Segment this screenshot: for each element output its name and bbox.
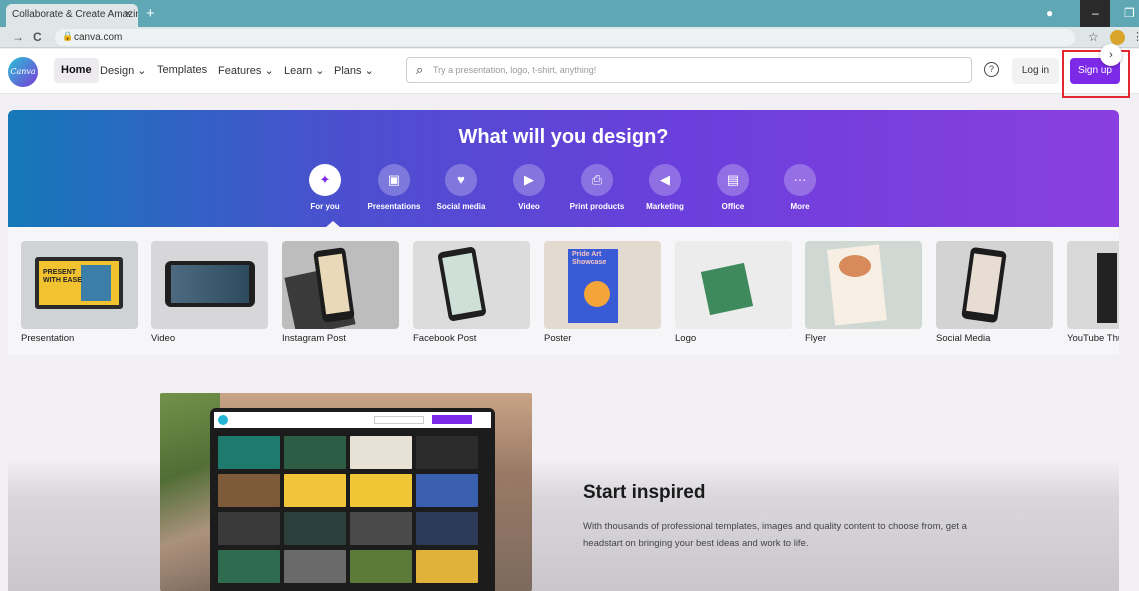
tab-close-icon[interactable]: ×: [125, 8, 131, 20]
printer-icon: ⎙: [581, 164, 613, 196]
design-card-label: Social Media: [936, 333, 991, 344]
design-card-video[interactable]: Video: [151, 241, 268, 344]
design-card-label: Flyer: [805, 333, 827, 344]
search-icon: ⌕: [416, 62, 424, 77]
login-button[interactable]: Log in: [1012, 58, 1059, 84]
category-more[interactable]: ··· More: [770, 164, 830, 211]
nav-design[interactable]: Design ⌄: [100, 64, 147, 77]
site-header: Canva Home Design ⌄ Templates Features ⌄…: [0, 49, 1139, 94]
design-card-label: Instagram Post: [282, 333, 346, 344]
design-card-instagram-post[interactable]: Instagram Post: [282, 241, 399, 344]
minimize-icon[interactable]: –: [1092, 6, 1099, 20]
design-card-social-media[interactable]: Social Media: [936, 241, 1053, 344]
nav-learn[interactable]: Learn ⌄: [284, 64, 324, 77]
more-icon: ···: [784, 164, 816, 196]
design-card-label: Logo: [675, 333, 697, 344]
video-thumbnail: [151, 241, 268, 329]
design-card-presentation[interactable]: PRESENT WITH EASE Presentation: [21, 241, 138, 344]
heart-icon: ♥: [445, 164, 477, 196]
nav-plans[interactable]: Plans ⌄: [334, 64, 374, 77]
start-inspired-title: Start inspired: [583, 482, 706, 503]
category-label: Presentations: [367, 202, 421, 211]
search-placeholder: Try a presentation, logo, t-shirt, anyth…: [433, 65, 597, 75]
tab-title: Collaborate & Create Amazing G: [12, 9, 138, 20]
category-print-products[interactable]: ⎙ Print products: [567, 164, 627, 211]
carousel-next-button[interactable]: ›: [1100, 44, 1122, 66]
category-video[interactable]: ▶ Video: [499, 164, 559, 211]
category-for-you[interactable]: ✦ For you: [295, 164, 355, 211]
facebook-post-thumbnail: [413, 241, 530, 329]
category-office[interactable]: ▤ Office: [703, 164, 763, 211]
hero-banner: What will you design? ✦ For you ▣ Presen…: [8, 110, 1119, 227]
laptop-image: [160, 393, 532, 591]
design-card-poster[interactable]: Pride Art Showcase Poster: [544, 241, 661, 344]
design-card-label: Poster: [544, 333, 572, 344]
design-card-facebook-post[interactable]: Facebook Post: [413, 241, 530, 344]
instagram-post-thumbnail: [282, 241, 399, 329]
bookmark-star-icon[interactable]: ☆: [1088, 30, 1099, 44]
category-presentations[interactable]: ▣ Presentations: [364, 164, 424, 211]
reload-icon[interactable]: C: [33, 30, 42, 44]
profile-avatar[interactable]: [1110, 30, 1125, 45]
lock-icon: 🔒: [62, 31, 74, 41]
youtube-thumbnail-image: [1067, 241, 1119, 329]
presentation-icon: ▣: [378, 164, 410, 196]
megaphone-icon: ◀: [649, 164, 681, 196]
restore-icon[interactable]: ❐: [1124, 6, 1135, 20]
help-icon[interactable]: ?: [984, 62, 999, 77]
design-card-flyer[interactable]: Flyer: [805, 241, 922, 344]
design-card-label: Presentation: [21, 333, 75, 344]
sparkle-icon: ✦: [309, 164, 341, 196]
design-card-label: Facebook Post: [413, 333, 477, 344]
logo-thumbnail: [675, 241, 792, 329]
browser-menu-icon[interactable]: ⋮: [1132, 30, 1139, 43]
social-media-thumbnail: [936, 241, 1053, 329]
category-label: Video: [518, 202, 540, 211]
hero-title: What will you design?: [458, 126, 669, 148]
browser-tab-strip: Collaborate & Create Amazing G × + ● – ❐: [0, 0, 1139, 27]
url-text: canva.com: [74, 32, 123, 43]
design-types-row: PRESENT WITH EASE Presentation Video Inst…: [8, 227, 1119, 355]
search-input[interactable]: ⌕ Try a presentation, logo, t-shirt, any…: [406, 57, 972, 83]
design-card-youtube-thumbnail[interactable]: YouTube Thu: [1067, 241, 1119, 344]
nav-home[interactable]: Home: [54, 58, 99, 83]
category-label: Print products: [569, 202, 625, 211]
category-label: Social media: [436, 202, 486, 211]
browser-toolbar: → C 🔒 canva.com ☆ ⋮: [0, 27, 1139, 48]
poster-thumbnail: Pride Art Showcase: [544, 241, 661, 329]
address-bar[interactable]: 🔒 canva.com: [55, 29, 1075, 46]
design-card-label: YouTube Thu: [1067, 333, 1119, 344]
canva-logo[interactable]: Canva: [8, 57, 38, 87]
nav-templates[interactable]: Templates: [157, 64, 207, 76]
design-card-logo[interactable]: Logo: [675, 241, 792, 344]
video-icon: ▶: [513, 164, 545, 196]
presentation-thumbnail: PRESENT WITH EASE: [21, 241, 138, 329]
category-label: More: [790, 202, 810, 211]
canva-homepage-screenshot: Collaborate & Create Amazing G × + ● – ❐…: [0, 0, 1139, 591]
flyer-thumbnail: [805, 241, 922, 329]
nav-features[interactable]: Features ⌄: [218, 64, 274, 77]
new-tab-button[interactable]: +: [146, 5, 155, 22]
category-social-media[interactable]: ♥ Social media: [431, 164, 491, 211]
category-label: Marketing: [646, 202, 684, 211]
category-label: Office: [721, 202, 745, 211]
category-marketing[interactable]: ◀ Marketing: [635, 164, 695, 211]
category-label: For you: [310, 202, 340, 211]
start-inspired-text: With thousands of professional templates…: [583, 521, 967, 549]
laptop-screen: [210, 408, 495, 591]
briefcase-icon: ▤: [717, 164, 749, 196]
browser-tab[interactable]: Collaborate & Create Amazing G ×: [6, 4, 138, 27]
record-icon[interactable]: ●: [1046, 6, 1053, 20]
forward-icon[interactable]: →: [12, 30, 24, 44]
design-card-label: Video: [151, 333, 176, 344]
